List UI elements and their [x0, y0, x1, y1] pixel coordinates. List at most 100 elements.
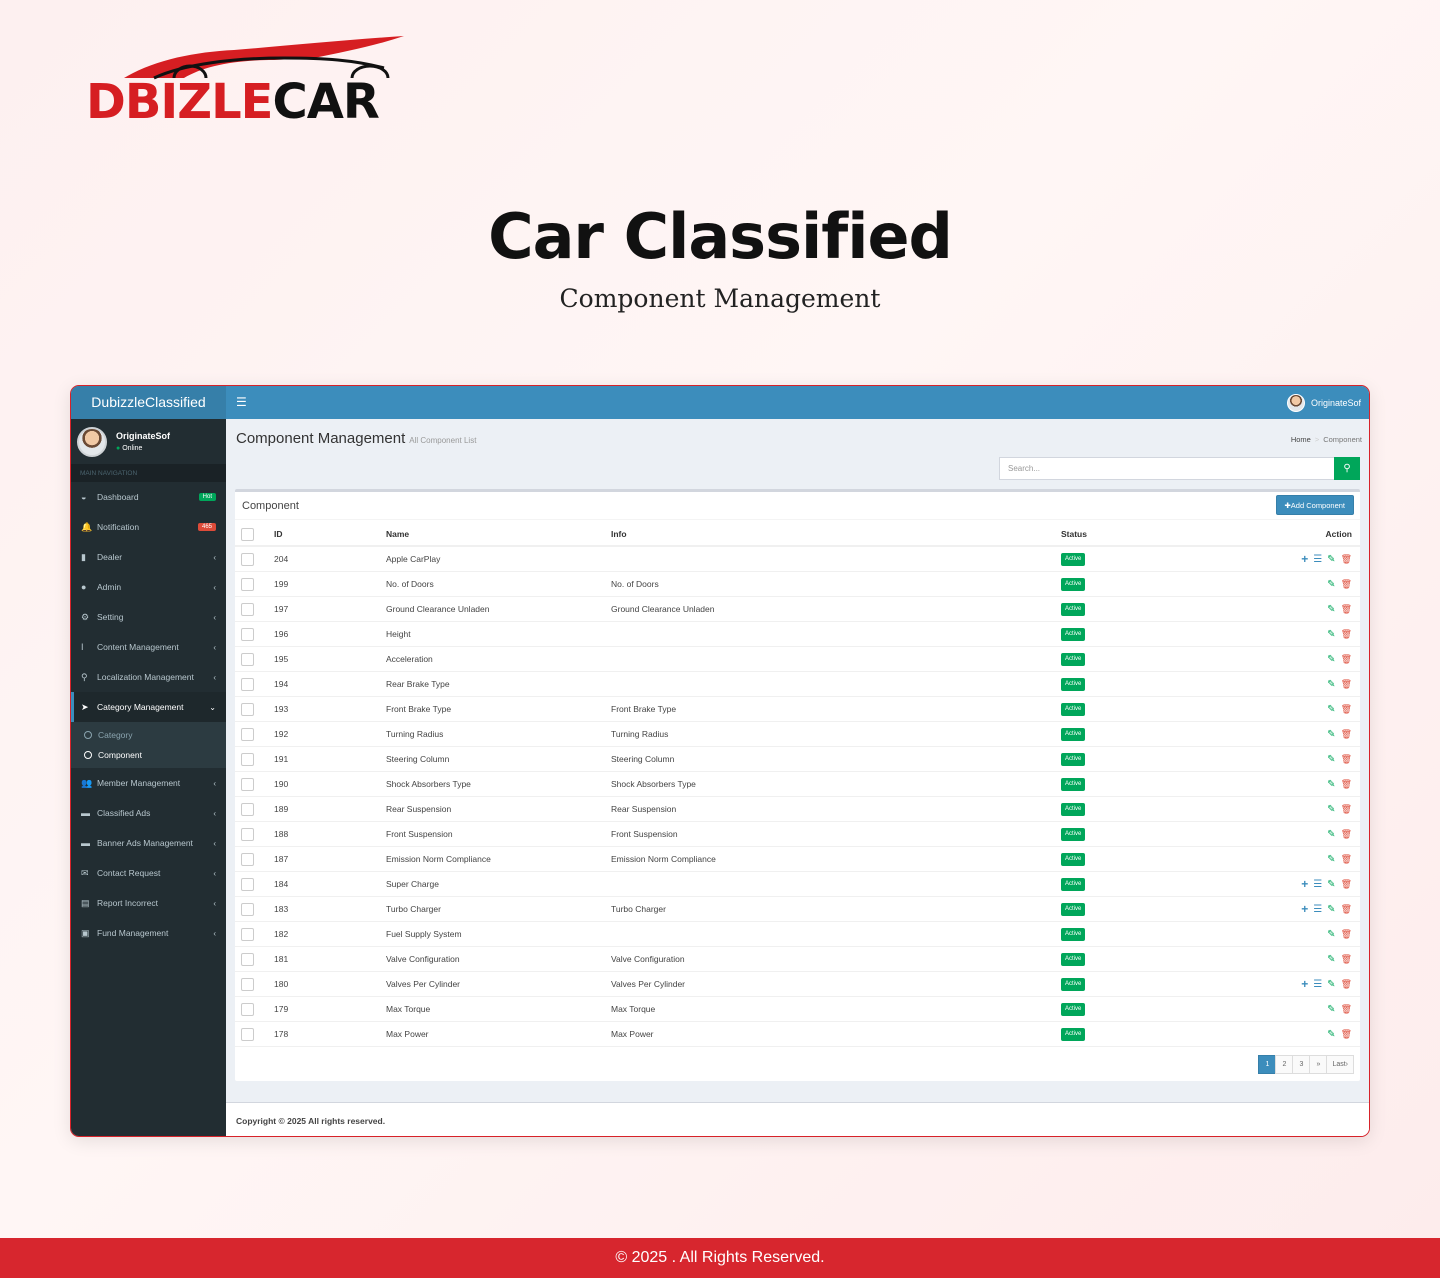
sidebar-item-dashboard[interactable]: ◒ Dashboard Hot: [71, 482, 226, 512]
add-sub-icon[interactable]: +: [1301, 547, 1308, 572]
column-header-info[interactable]: Info: [611, 522, 627, 547]
sidebar-item-setting[interactable]: ⚙ Setting ‹: [71, 602, 226, 632]
row-checkbox[interactable]: [241, 653, 254, 666]
select-all-checkbox[interactable]: [241, 528, 254, 541]
row-checkbox[interactable]: [241, 578, 254, 591]
row-checkbox[interactable]: [241, 828, 254, 841]
list-icon[interactable]: ☰: [1313, 897, 1322, 922]
sidebar-item-contact-request[interactable]: ✉ Contact Request ‹: [71, 858, 226, 888]
row-checkbox[interactable]: [241, 728, 254, 741]
trash-icon[interactable]: 🗑: [1341, 822, 1352, 847]
edit-icon[interactable]: ✎: [1327, 797, 1335, 822]
row-checkbox[interactable]: [241, 928, 254, 941]
edit-icon[interactable]: ✎: [1327, 1022, 1335, 1047]
add-sub-icon[interactable]: +: [1301, 872, 1308, 897]
row-checkbox[interactable]: [241, 1003, 254, 1016]
submenu-item-component[interactable]: Component: [71, 745, 226, 765]
sidebar-item-dealer[interactable]: ▮ Dealer ‹: [71, 542, 226, 572]
trash-icon[interactable]: 🗑: [1341, 997, 1352, 1022]
trash-icon[interactable]: 🗑: [1341, 972, 1352, 997]
list-icon[interactable]: ☰: [1313, 972, 1322, 997]
edit-icon[interactable]: ✎: [1327, 997, 1335, 1022]
row-checkbox[interactable]: [241, 803, 254, 816]
column-header-status[interactable]: Status: [1061, 522, 1087, 547]
page-button[interactable]: 3: [1292, 1055, 1311, 1074]
breadcrumb-home[interactable]: Home: [1291, 435, 1311, 444]
search-button[interactable]: ⚲: [1334, 457, 1360, 480]
edit-icon[interactable]: ✎: [1327, 947, 1335, 972]
top-user-menu[interactable]: OriginateSof: [1286, 386, 1361, 419]
sidebar-item-fund-management[interactable]: ▣ Fund Management ‹: [71, 918, 226, 948]
row-checkbox[interactable]: [241, 628, 254, 641]
edit-icon[interactable]: ✎: [1327, 822, 1335, 847]
edit-icon[interactable]: ✎: [1327, 722, 1335, 747]
sidebar-item-content-management[interactable]: I Content Management ‹: [71, 632, 226, 662]
edit-icon[interactable]: ✎: [1327, 572, 1335, 597]
app-brand[interactable]: DubizzleClassified: [71, 386, 226, 419]
sidebar-toggle-icon[interactable]: ☰: [236, 386, 247, 419]
trash-icon[interactable]: 🗑: [1341, 947, 1352, 972]
row-checkbox[interactable]: [241, 778, 254, 791]
submenu-item-category[interactable]: Category: [71, 725, 226, 745]
row-checkbox[interactable]: [241, 603, 254, 616]
edit-icon[interactable]: ✎: [1327, 597, 1335, 622]
edit-icon[interactable]: ✎: [1327, 922, 1335, 947]
trash-icon[interactable]: 🗑: [1341, 647, 1352, 672]
trash-icon[interactable]: 🗑: [1341, 672, 1352, 697]
row-checkbox[interactable]: [241, 553, 254, 566]
sidebar-item-classified-ads[interactable]: ▬ Classified Ads ‹: [71, 798, 226, 828]
sidebar-item-localization-management[interactable]: ⚲ Localization Management ‹: [71, 662, 226, 692]
search-input[interactable]: Search...: [999, 457, 1335, 480]
trash-icon[interactable]: 🗑: [1341, 697, 1352, 722]
edit-icon[interactable]: ✎: [1327, 697, 1335, 722]
trash-icon[interactable]: 🗑: [1341, 772, 1352, 797]
page-button[interactable]: 2: [1275, 1055, 1294, 1074]
sidebar-item-category-management[interactable]: ➤ Category Management ⌄: [71, 692, 226, 722]
trash-icon[interactable]: 🗑: [1341, 872, 1352, 897]
list-icon[interactable]: ☰: [1313, 547, 1322, 572]
page-button[interactable]: 1: [1258, 1055, 1277, 1074]
trash-icon[interactable]: 🗑: [1341, 572, 1352, 597]
add-sub-icon[interactable]: +: [1301, 972, 1308, 997]
sidebar-item-banner-ads-management[interactable]: ▬ Banner Ads Management ‹: [71, 828, 226, 858]
column-header-id[interactable]: ID: [274, 522, 283, 547]
trash-icon[interactable]: 🗑: [1341, 597, 1352, 622]
row-checkbox[interactable]: [241, 853, 254, 866]
row-checkbox[interactable]: [241, 978, 254, 991]
edit-icon[interactable]: ✎: [1327, 872, 1335, 897]
trash-icon[interactable]: 🗑: [1341, 797, 1352, 822]
sidebar-item-member-management[interactable]: 👥 Member Management ‹: [71, 768, 226, 798]
list-icon[interactable]: ☰: [1313, 872, 1322, 897]
row-checkbox[interactable]: [241, 953, 254, 966]
add-component-button[interactable]: ✚Add Component: [1275, 495, 1354, 515]
edit-icon[interactable]: ✎: [1327, 772, 1335, 797]
trash-icon[interactable]: 🗑: [1341, 547, 1352, 572]
trash-icon[interactable]: 🗑: [1341, 1022, 1352, 1047]
sidebar-item-report-incorrect[interactable]: ▤ Report Incorrect ‹: [71, 888, 226, 918]
row-checkbox[interactable]: [241, 1028, 254, 1041]
edit-icon[interactable]: ✎: [1327, 622, 1335, 647]
trash-icon[interactable]: 🗑: [1341, 747, 1352, 772]
edit-icon[interactable]: ✎: [1327, 747, 1335, 772]
edit-icon[interactable]: ✎: [1327, 847, 1335, 872]
row-checkbox[interactable]: [241, 678, 254, 691]
edit-icon[interactable]: ✎: [1327, 647, 1335, 672]
edit-icon[interactable]: ✎: [1327, 972, 1335, 997]
page-button[interactable]: Last›: [1326, 1055, 1354, 1074]
row-checkbox[interactable]: [241, 703, 254, 716]
trash-icon[interactable]: 🗑: [1341, 897, 1352, 922]
trash-icon[interactable]: 🗑: [1341, 722, 1352, 747]
trash-icon[interactable]: 🗑: [1341, 847, 1352, 872]
edit-icon[interactable]: ✎: [1327, 672, 1335, 697]
sidebar-item-admin[interactable]: ● Admin ‹: [71, 572, 226, 602]
column-header-name[interactable]: Name: [386, 522, 409, 547]
trash-icon[interactable]: 🗑: [1341, 922, 1352, 947]
page-button[interactable]: »: [1309, 1055, 1328, 1074]
row-checkbox[interactable]: [241, 903, 254, 916]
trash-icon[interactable]: 🗑: [1341, 622, 1352, 647]
add-sub-icon[interactable]: +: [1301, 897, 1308, 922]
edit-icon[interactable]: ✎: [1327, 547, 1335, 572]
edit-icon[interactable]: ✎: [1327, 897, 1335, 922]
sidebar-item-notification[interactable]: 🔔 Notification 465: [71, 512, 226, 542]
row-checkbox[interactable]: [241, 753, 254, 766]
